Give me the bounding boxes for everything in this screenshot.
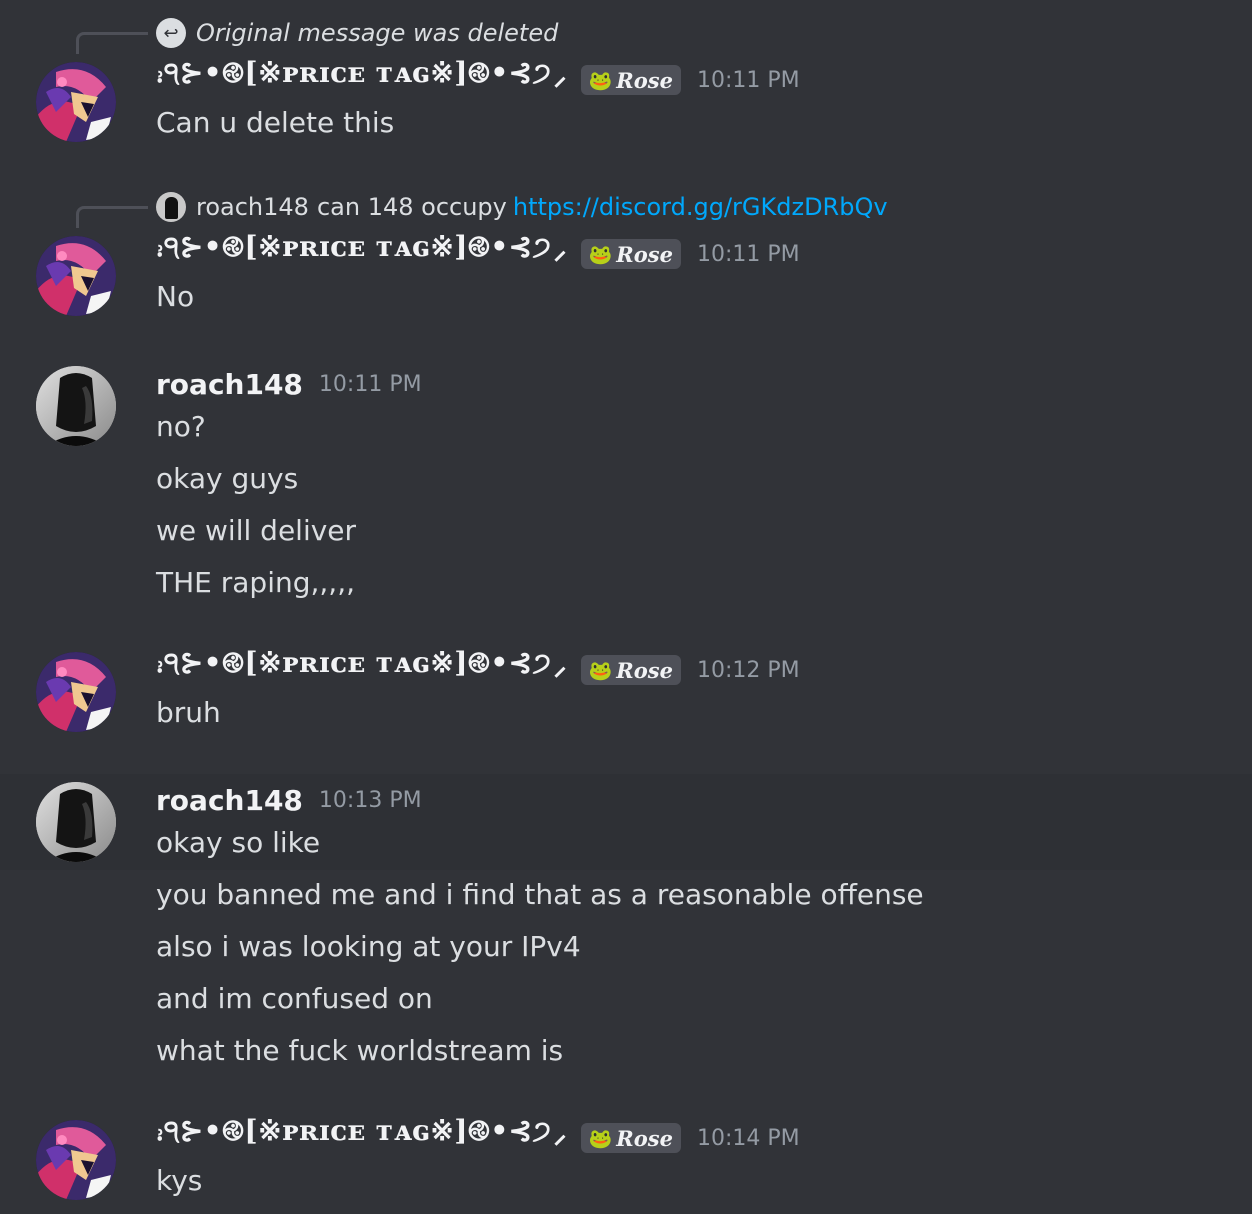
avatar[interactable] (36, 236, 116, 316)
message-text: bruh (156, 696, 221, 729)
author-name[interactable]: ⹌੧⊱•࿋[※ᴘʀɪᴄᴇ ᴛᴀɢ※]࿋•⊰੭⸝ (156, 215, 569, 294)
message-text: we will deliver (156, 514, 357, 547)
message-text: you banned me and i find that as a reaso… (156, 878, 924, 911)
message-1[interactable]: ↩ Original message was deleted ⹌੧⊱•࿋[※ᴘʀ… (0, 0, 1252, 160)
message-text: Can u delete this (156, 106, 395, 139)
message-text: no? (156, 410, 206, 443)
avatar[interactable] (36, 782, 116, 862)
message-header: ⹌੧⊱•࿋[※ᴘʀɪᴄᴇ ᴛᴀɢ※]࿋•⊰੭⸝ 🐸 Rose 10:12 PM (156, 646, 800, 688)
message-text: okay guys (156, 462, 299, 495)
message-2[interactable]: roach148 can 148 occupy https://discord.… (0, 182, 1252, 332)
message-text: okay so like (156, 826, 321, 859)
message-4[interactable]: ⹌੧⊱•࿋[※ᴘʀɪᴄᴇ ᴛᴀɢ※]࿋•⊰੭⸝ 🐸 Rose 10:12 PM b… (0, 638, 1252, 748)
frog-icon: 🐸 (588, 659, 613, 682)
message-text: and im confused on (156, 982, 433, 1015)
avatar[interactable] (36, 1120, 116, 1200)
reply-connector (76, 206, 148, 228)
frog-icon: 🐸 (588, 243, 613, 266)
author-name[interactable]: ⹌੧⊱•࿋[※ᴘʀɪᴄᴇ ᴛᴀɢ※]࿋•⊰੭⸝ (156, 1099, 569, 1178)
message-text: what the fuck worldstream is (156, 1034, 564, 1067)
message-6[interactable]: ⹌੧⊱•࿋[※ᴘʀɪᴄᴇ ᴛᴀɢ※]࿋•⊰੭⸝ 🐸 Rose 10:14 PM k… (0, 1106, 1252, 1214)
timestamp[interactable]: 10:12 PM (697, 658, 800, 683)
message-header: roach148 10:11 PM (156, 366, 422, 402)
timestamp[interactable]: 10:11 PM (697, 68, 800, 93)
role-tag[interactable]: 🐸 Rose (580, 239, 681, 269)
message-text: No (156, 280, 195, 313)
avatar[interactable] (36, 652, 116, 732)
timestamp[interactable]: 10:11 PM (319, 372, 422, 397)
author-name[interactable]: roach148 (156, 784, 303, 817)
timestamp[interactable]: 10:14 PM (697, 1126, 800, 1151)
message-text: THE raping,,,,, (156, 566, 355, 599)
timestamp[interactable]: 10:13 PM (319, 788, 422, 813)
role-tag[interactable]: 🐸 Rose (580, 655, 681, 685)
reply-connector (76, 32, 148, 54)
message-text: kys (156, 1164, 203, 1197)
message-header: ⹌੧⊱•࿋[※ᴘʀɪᴄᴇ ᴛᴀɢ※]࿋•⊰੭⸝ 🐸 Rose 10:14 PM (156, 1114, 800, 1156)
message-text: also i was looking at your IPv4 (156, 930, 581, 963)
timestamp[interactable]: 10:11 PM (697, 242, 800, 267)
role-tag[interactable]: 🐸 Rose (580, 1123, 681, 1153)
message-3[interactable]: roach148 10:11 PM no? okay guys we will … (0, 352, 1252, 612)
message-header: ⹌੧⊱•࿋[※ᴘʀɪᴄᴇ ᴛᴀɢ※]࿋•⊰੭⸝ 🐸 Rose 10:11 PM (156, 56, 800, 98)
frog-icon: 🐸 (588, 69, 613, 92)
message-header: roach148 10:13 PM (156, 782, 422, 818)
message-5[interactable]: roach148 10:13 PM okay so like you banne… (0, 774, 1252, 1084)
avatar[interactable] (36, 366, 116, 446)
message-header: ⹌੧⊱•࿋[※ᴘʀɪᴄᴇ ᴛᴀɢ※]࿋•⊰੭⸝ 🐸 Rose 10:11 PM (156, 230, 800, 272)
frog-icon: 🐸 (588, 1127, 613, 1150)
avatar[interactable] (36, 62, 116, 142)
author-name[interactable]: roach148 (156, 368, 303, 401)
reply-link[interactable]: https://discord.gg/rGKdzDRbQv (513, 193, 888, 221)
role-tag[interactable]: 🐸 Rose (580, 65, 681, 95)
